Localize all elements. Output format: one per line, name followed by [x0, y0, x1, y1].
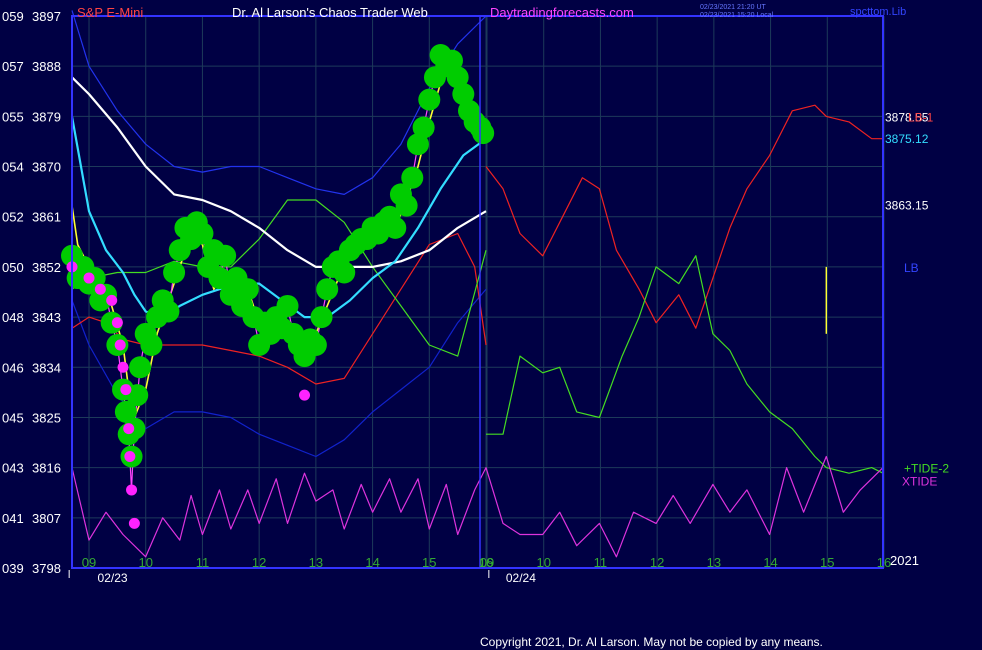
- swing-dot: [304, 333, 327, 356]
- low-dot: [120, 384, 132, 396]
- timestamp-local: 02/23/2021 15:20 Local: [700, 12, 774, 19]
- y-tick-code: 059: [2, 9, 24, 24]
- swing-dot: [333, 261, 356, 284]
- x-hour-label: 10: [138, 555, 152, 570]
- x-hour-label: 11: [594, 555, 608, 570]
- right-label: LB: [904, 261, 919, 275]
- low-dot: [106, 294, 118, 306]
- right-label: LB-1: [908, 110, 934, 124]
- site-title: Dr. Al Larson's Chaos Trader Web: [232, 5, 428, 20]
- y-tick-code: 046: [2, 360, 24, 375]
- low-dot: [123, 423, 135, 435]
- low-dot: [128, 517, 140, 529]
- y-tick-price: 3816: [32, 461, 61, 476]
- low-dot: [299, 389, 311, 401]
- y-tick-price: 3798: [32, 561, 61, 576]
- right-label: +TIDE-2: [904, 462, 949, 476]
- swing-dot: [214, 244, 237, 267]
- x-hour-label: 09: [82, 555, 96, 570]
- x-hour-label: 13: [309, 555, 323, 570]
- low-dot: [111, 317, 123, 329]
- swing-dot: [310, 306, 333, 329]
- swing-dot: [316, 278, 339, 301]
- y-tick-code: 052: [2, 210, 24, 225]
- timestamp-utc: 02/23/2021 21:20 UT: [700, 4, 766, 11]
- x-hour-label: 14: [763, 555, 777, 570]
- right-label: 3875.12: [885, 132, 929, 146]
- chart-canvas: 059 3897 057 3888 055 3879 054 3870 052 3861 050 38…: [0, 0, 982, 650]
- instrument-title: S&P E-Mini: [77, 5, 143, 20]
- y-tick-price: 3879: [32, 109, 61, 124]
- y-tick-code: 050: [2, 260, 24, 275]
- y-tick-price: 3834: [32, 360, 61, 375]
- y-tick-price: 3825: [32, 410, 61, 425]
- x-hour-label: 12: [650, 555, 664, 570]
- swing-dot: [129, 356, 152, 379]
- x-hour-label: 12: [252, 555, 266, 570]
- right-label: 3863.15: [885, 199, 929, 213]
- swing-dot: [472, 122, 495, 145]
- y-tick-code: 041: [2, 511, 24, 526]
- low-dot: [117, 361, 129, 373]
- low-dot: [124, 450, 136, 462]
- copyright: Copyright 2021, Dr. Al Larson. May not b…: [480, 635, 823, 649]
- y-tick-code: 048: [2, 310, 24, 325]
- swing-dot: [412, 116, 435, 139]
- swing-dot: [384, 216, 407, 239]
- right-label: XTIDE: [902, 475, 937, 489]
- swing-dot: [276, 294, 299, 317]
- year-label: 2021: [890, 553, 919, 568]
- low-dot: [126, 484, 138, 496]
- y-tick-code: 043: [2, 461, 24, 476]
- x-hour-label: 11: [196, 555, 210, 570]
- x-hour-label: 10: [536, 555, 550, 570]
- date-label: 02/24: [506, 571, 536, 585]
- swing-dot: [418, 88, 441, 111]
- y-tick-code: 057: [2, 59, 24, 74]
- y-tick-price: 3843: [32, 310, 61, 325]
- swing-dot: [401, 166, 424, 189]
- y-tick-code: 054: [2, 160, 24, 175]
- swing-dot: [157, 300, 180, 323]
- x-hour-label: 14: [365, 555, 379, 570]
- swing-dot: [236, 278, 259, 301]
- swing-dot: [395, 194, 418, 217]
- y-tick-price: 3852: [32, 260, 61, 275]
- x-hour-label: 15: [422, 555, 436, 570]
- y-tick-price: 3870: [32, 160, 61, 175]
- low-dot: [83, 272, 95, 284]
- y-tick-price: 3897: [32, 9, 61, 24]
- low-dot: [94, 283, 106, 295]
- swing-dot: [163, 261, 186, 284]
- y-tick-code: 045: [2, 410, 24, 425]
- x-hour-label: 09: [480, 555, 494, 570]
- y-tick-code: 055: [2, 109, 24, 124]
- source-lib: spcttom.Lib: [850, 6, 906, 18]
- swing-dot: [140, 333, 163, 356]
- y-tick-code: 039: [2, 561, 24, 576]
- y-tick-price: 3807: [32, 511, 61, 526]
- x-hour-label: 15: [820, 555, 834, 570]
- low-dot: [114, 339, 126, 351]
- x-hour-label: 13: [707, 555, 721, 570]
- site-url: Daytradingforecasts.com: [490, 5, 634, 20]
- y-tick-price: 3861: [32, 210, 61, 225]
- y-tick-price: 3888: [32, 59, 61, 74]
- date-label: 02/23: [98, 571, 128, 585]
